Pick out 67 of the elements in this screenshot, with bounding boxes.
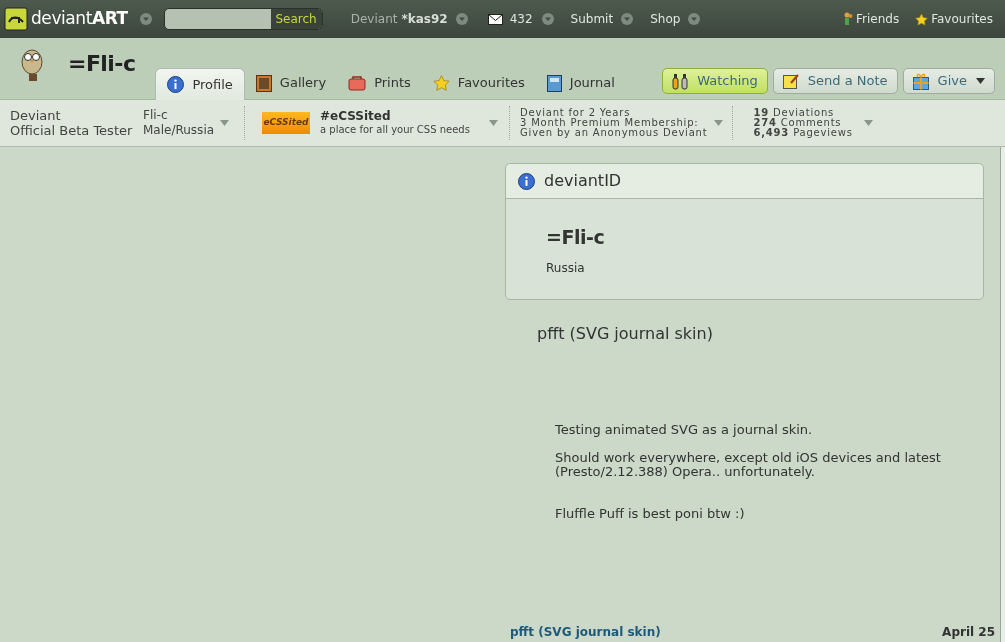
star-icon xyxy=(915,12,929,26)
envelope-icon[interactable] xyxy=(487,13,503,25)
binoculars-icon xyxy=(672,72,689,90)
journal-date: April 25 xyxy=(942,624,995,641)
stat-label: Deviations xyxy=(773,108,835,118)
site-logo[interactable]: deviantART xyxy=(31,6,128,32)
deviant-location: Russia xyxy=(546,259,586,277)
stat-label: Pageviews xyxy=(793,128,853,138)
dropdown-icon[interactable] xyxy=(688,13,701,25)
dropdown-icon[interactable] xyxy=(541,13,554,25)
people-icon xyxy=(844,12,854,26)
stat-number: 274 xyxy=(753,118,777,128)
group-badge[interactable]: eCSSited xyxy=(262,112,310,134)
user-rank: Deviant xyxy=(350,11,398,28)
caret-icon xyxy=(714,120,724,126)
action-button[interactable]: Give xyxy=(902,68,995,94)
gift-icon xyxy=(912,72,929,90)
search-field[interactable]: Search xyxy=(163,8,323,30)
dropdown-icon[interactable] xyxy=(621,13,634,25)
profile-name: =Fli-c xyxy=(68,50,136,78)
star-icon xyxy=(432,75,450,91)
search-button[interactable]: Search xyxy=(270,9,322,29)
nav-link[interactable]: Friends xyxy=(856,10,900,28)
identity-text: Fli-c xyxy=(143,108,169,123)
profile-tab[interactable]: Gallery xyxy=(244,67,338,99)
deviant-name: =Fli-c xyxy=(546,225,606,250)
stat-label: Comments xyxy=(780,118,842,128)
rank-text: Deviant xyxy=(10,108,62,123)
profile-tab[interactable]: Profile xyxy=(155,68,245,100)
stat-number: 19 xyxy=(753,108,769,118)
message-count[interactable]: 432 xyxy=(509,10,533,28)
caret-icon xyxy=(976,78,985,84)
profile-tab[interactable]: Prints xyxy=(337,67,422,99)
card-title: deviantID xyxy=(544,170,622,192)
info-icon xyxy=(518,172,535,190)
membership-text: 3 Month Premium Membership: xyxy=(520,118,700,128)
menu-item[interactable]: Submit xyxy=(570,10,614,28)
book-icon xyxy=(546,74,562,92)
dropdown-icon[interactable] xyxy=(139,13,152,25)
journal-paragraph: Testing animated SVG as a journal skin. xyxy=(555,422,814,437)
group-tagline: a place for all your CSS needs xyxy=(320,123,470,137)
caret-icon xyxy=(220,120,230,126)
journal-paragraph: Should work everywhere, except old iOS devices and latest (Presto/2.12.388) Opera.. unfortunately. xyxy=(555,450,942,479)
stat-number: 6,493 xyxy=(753,128,790,138)
journal-title: pfft (SVG journal skin) xyxy=(537,322,714,345)
caret-icon xyxy=(489,120,498,126)
action-button[interactable]: Send a Note xyxy=(772,68,898,94)
journal-link[interactable]: pfft (SVG journal skin) xyxy=(510,623,661,641)
info-icon xyxy=(167,76,185,93)
username[interactable]: *kas92 xyxy=(401,10,448,28)
action-button[interactable]: Watching xyxy=(662,68,768,94)
dropdown-icon[interactable] xyxy=(455,13,468,25)
bag-icon xyxy=(348,75,367,91)
profile-tab[interactable]: Favourites xyxy=(421,67,536,99)
rank-text: Official Beta Tester xyxy=(10,123,134,138)
journal-paragraph: Fluffle Puff is best poni btw :) xyxy=(555,506,746,521)
caret-icon xyxy=(863,120,873,126)
menu-item[interactable]: Shop xyxy=(650,10,681,28)
identity-text: Male/Russia xyxy=(143,123,215,138)
membership-text: Deviant for 2 Years xyxy=(520,108,632,118)
membership-text: Given by an Anonymous Deviant xyxy=(520,128,708,138)
notepad-icon xyxy=(782,73,799,89)
profile-tab[interactable]: Journal xyxy=(535,67,626,99)
framed-picture-icon xyxy=(255,74,272,92)
nav-link[interactable]: Favourites xyxy=(931,10,993,28)
logo-icon[interactable] xyxy=(4,7,28,31)
group-name[interactable]: #eCSSited xyxy=(320,109,470,123)
